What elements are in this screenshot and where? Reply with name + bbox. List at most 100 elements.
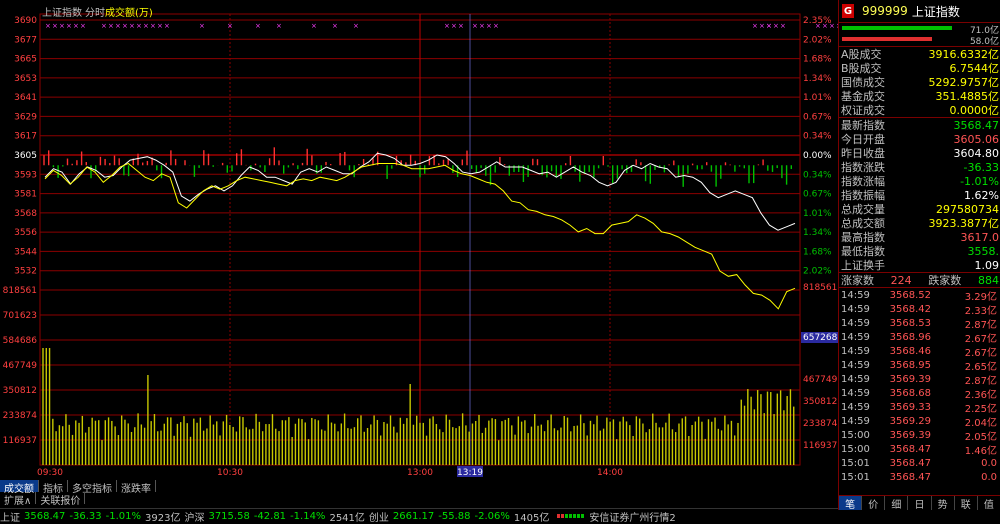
event-marker-icon: × bbox=[829, 22, 835, 30]
event-marker-icon: × bbox=[444, 22, 450, 30]
tab-3[interactable]: 涨跌率 bbox=[117, 480, 156, 495]
stat-row: 指数涨跌 -36.33 bbox=[839, 160, 1000, 175]
tick-time: 15:00 bbox=[841, 443, 870, 455]
tick-row[interactable]: 14:59 3568.42 2.33亿 bbox=[839, 302, 1000, 317]
tick-row[interactable]: 14:59 3568.52 3.29亿 bbox=[839, 288, 1000, 303]
stat-row: 指数涨幅 -1.01% bbox=[839, 174, 1000, 189]
price-tick-label: 3629 bbox=[14, 112, 37, 122]
pct-tick-label: 1.68% bbox=[803, 55, 832, 65]
tick-time: 14:59 bbox=[841, 387, 870, 399]
volume-tick-label: 701623 bbox=[3, 311, 37, 321]
chart-index-name: 上证指数 bbox=[42, 6, 82, 19]
event-marker-icon: × bbox=[150, 22, 156, 30]
price-tick-label: 3532 bbox=[14, 267, 37, 277]
tick-row[interactable]: 15:01 3568.47 0.0 bbox=[839, 456, 1000, 470]
tab-1[interactable]: 关联报价 bbox=[36, 492, 86, 507]
tick-time: 14:59 bbox=[841, 415, 870, 427]
tab-0[interactable]: 扩展∧ bbox=[0, 492, 37, 507]
chart-measure: 成交额(万) bbox=[105, 6, 153, 19]
panel-tabs: 笔价细日势联值 bbox=[839, 495, 1000, 511]
tab-0[interactable]: 笔 bbox=[839, 496, 863, 511]
tab-2[interactable]: 多空指标 bbox=[68, 480, 117, 495]
tick-row[interactable]: 14:59 3569.29 2.04亿 bbox=[839, 414, 1000, 429]
volume-tick-label: 233874 bbox=[3, 411, 38, 421]
tick-row[interactable]: 14:59 3568.68 2.36亿 bbox=[839, 386, 1000, 401]
tick-price: 3569.39 bbox=[889, 429, 931, 441]
tab-1[interactable]: 价 bbox=[862, 496, 886, 511]
pct-tick-label: 0.67% bbox=[803, 190, 832, 200]
tab-1[interactable]: 指标 bbox=[39, 480, 68, 495]
tick-row[interactable]: 15:00 3568.47 1.46亿 bbox=[839, 442, 1000, 457]
tick-time: 14:59 bbox=[841, 345, 870, 357]
panel-header: G 999999 上证指数 bbox=[839, 0, 1000, 23]
tab-0[interactable]: 成交额 bbox=[0, 480, 39, 495]
hs-label: 沪深 bbox=[184, 512, 205, 524]
sh-amount: 3923亿 bbox=[145, 512, 181, 524]
stat-row: 最低指数 3558. bbox=[839, 244, 1000, 259]
tick-row[interactable]: 15:01 3568.47 0.0 bbox=[839, 470, 1000, 484]
tick-row[interactable]: 14:59 3569.39 2.87亿 bbox=[839, 372, 1000, 387]
hs-change: -42.81 bbox=[253, 510, 287, 522]
tab-3[interactable]: 日 bbox=[908, 496, 932, 511]
tick-price: 3568.47 bbox=[889, 471, 931, 483]
tick-price: 3568.68 bbox=[889, 387, 931, 399]
price-tick-label: 3544 bbox=[14, 247, 37, 257]
stat-label: 权证成交 bbox=[841, 104, 885, 117]
tick-row[interactable]: 14:59 3569.33 2.25亿 bbox=[839, 400, 1000, 415]
event-marker-icon: × bbox=[766, 22, 772, 30]
advance-decline: 涨家数 224 跌家数 884 bbox=[839, 273, 1000, 288]
tick-row[interactable]: 14:59 3568.95 2.65亿 bbox=[839, 358, 1000, 373]
tick-time: 14:59 bbox=[841, 359, 870, 371]
tick-row[interactable]: 14:59 3568.46 2.67亿 bbox=[839, 344, 1000, 359]
tab-5[interactable]: 联 bbox=[955, 496, 978, 511]
sh-change: -36.33 bbox=[69, 510, 102, 522]
stat-row: 昨日收盘 3604.80 bbox=[839, 146, 1000, 161]
tick-amount: 2.25亿 bbox=[964, 403, 997, 415]
pct-tick-label: 0.67% bbox=[803, 112, 832, 122]
stat-row: A股成交 3916.6332亿 bbox=[839, 47, 1000, 61]
event-marker-icon: × bbox=[136, 22, 142, 30]
tab-4[interactable]: 势 bbox=[932, 496, 955, 511]
index-stats-list: 最新指数 3568.47 今日开盘 3605.06 昨日收盘 3604.80 指数涨跌 -36… bbox=[839, 118, 1000, 273]
tick-row[interactable]: 15:00 3569.39 2.05亿 bbox=[839, 428, 1000, 443]
tick-amount: 3.29亿 bbox=[964, 291, 997, 303]
tick-row[interactable]: 14:59 3568.53 2.87亿 bbox=[839, 316, 1000, 331]
volume-tick-label: 350812 bbox=[3, 386, 37, 396]
event-marker-icon: × bbox=[66, 22, 72, 30]
event-marker-icon: × bbox=[101, 22, 107, 30]
tick-amount: 2.04亿 bbox=[964, 417, 997, 429]
cy-value: 2661.17 bbox=[392, 510, 435, 522]
stat-row: 基金成交 351.4885亿 bbox=[839, 89, 1000, 103]
tick-price: 3569.29 bbox=[889, 415, 931, 427]
sh-pct: -1.01% bbox=[105, 510, 141, 522]
tick-amount: 1.46亿 bbox=[964, 445, 997, 457]
tick-price: 3568.96 bbox=[889, 331, 931, 343]
volume-tick-label-right: 233874 bbox=[803, 419, 838, 429]
stat-value: 1.62% bbox=[964, 188, 999, 202]
event-marker-icon: × bbox=[73, 22, 79, 30]
event-marker-icon: × bbox=[479, 22, 485, 30]
event-marker-icon: × bbox=[458, 22, 464, 30]
event-marker-icon: × bbox=[752, 22, 758, 30]
tab-6[interactable]: 值 bbox=[978, 496, 1000, 511]
pct-tick-label: 1.01% bbox=[803, 93, 832, 103]
tick-amount: 2.67亿 bbox=[964, 333, 997, 345]
price-tick-label: 3605 bbox=[14, 151, 37, 161]
stat-value: 3923.3877亿 bbox=[928, 217, 1000, 230]
intraday-chart[interactable]: 3690 2.35%3677 2.02%3665 1.68%3653 1.34%3641… bbox=[0, 0, 838, 480]
tick-amount: 0.0 bbox=[981, 471, 997, 483]
tick-list[interactable]: 14:59 3568.52 3.29亿 14:59 3568.42 2.33亿 14:59 3… bbox=[839, 288, 1000, 484]
tick-time: 14:59 bbox=[841, 303, 870, 315]
hs-amount: 2541亿 bbox=[329, 512, 365, 524]
tick-row[interactable]: 14:59 3568.96 2.67亿 bbox=[839, 330, 1000, 345]
broker-name: 安信证券广州行情2 bbox=[589, 512, 676, 524]
stat-value: 3604.80 bbox=[953, 146, 1000, 160]
exchange-badge: G bbox=[842, 4, 854, 18]
pct-tick-label: 1.68% bbox=[803, 247, 832, 257]
event-marker-icon: × bbox=[780, 22, 786, 30]
tab-2[interactable]: 细 bbox=[885, 496, 909, 511]
event-marker-icon: × bbox=[451, 22, 457, 30]
event-marker-icon: × bbox=[45, 22, 51, 30]
event-marker-icon: × bbox=[822, 22, 828, 30]
time-label: 14:00 bbox=[597, 468, 623, 478]
